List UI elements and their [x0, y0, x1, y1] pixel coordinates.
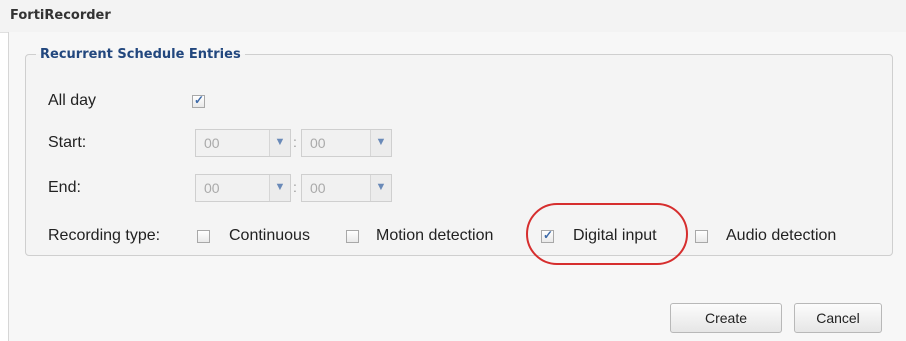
- group-legend: Recurrent Schedule Entries: [40, 47, 241, 62]
- cancel-button[interactable]: Cancel: [794, 303, 882, 333]
- checkmark-icon: ✓: [194, 93, 205, 107]
- chevron-down-icon[interactable]: ▼: [269, 130, 290, 156]
- chevron-down-icon[interactable]: ▼: [269, 175, 290, 201]
- dialog-body: Recurrent Schedule Entries: [8, 32, 906, 341]
- start-hour-value: 00: [204, 135, 220, 151]
- start-hour-select[interactable]: 00 ▼: [195, 129, 291, 157]
- all-day-label: All day: [48, 92, 97, 109]
- audio-detection-label: Audio detection: [726, 227, 837, 244]
- window-title: FortiRecorder: [10, 8, 111, 23]
- continuous-checkbox[interactable]: [197, 230, 210, 243]
- start-minute-value: 00: [310, 135, 326, 151]
- end-hour-select[interactable]: 00 ▼: [195, 174, 291, 202]
- start-time-separator: :: [293, 134, 297, 150]
- start-minute-select[interactable]: 00 ▼: [301, 129, 392, 157]
- end-time-separator: :: [293, 179, 297, 195]
- end-label: End:: [48, 179, 81, 196]
- audio-detection-checkbox[interactable]: [695, 230, 708, 243]
- motion-detection-checkbox[interactable]: [346, 230, 359, 243]
- end-minute-value: 00: [310, 180, 326, 196]
- recording-type-label: Recording type:: [48, 227, 161, 244]
- continuous-label: Continuous: [229, 227, 310, 244]
- digital-input-highlight-circle: [526, 203, 688, 265]
- start-label: Start:: [48, 134, 87, 151]
- recurrent-schedule-group: Recurrent Schedule Entries: [25, 47, 893, 256]
- title-bar: FortiRecorder: [0, 0, 906, 33]
- create-button[interactable]: Create: [670, 303, 782, 333]
- end-hour-value: 00: [204, 180, 220, 196]
- chevron-down-icon[interactable]: ▼: [370, 130, 391, 156]
- end-minute-select[interactable]: 00 ▼: [301, 174, 392, 202]
- motion-detection-label: Motion detection: [376, 227, 494, 244]
- all-day-checkbox[interactable]: ✓: [192, 93, 205, 108]
- chevron-down-icon[interactable]: ▼: [370, 175, 391, 201]
